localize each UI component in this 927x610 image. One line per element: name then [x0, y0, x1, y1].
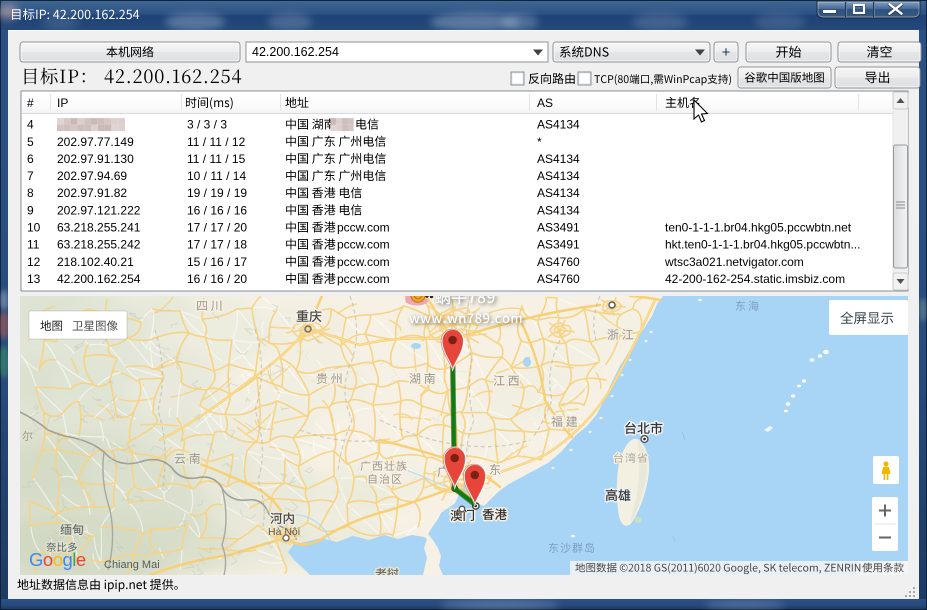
svg-text:16 / 16 / 16: 16 / 16 / 16 [187, 203, 247, 217]
svg-text:Chiang Mai: Chiang Mai [104, 559, 160, 571]
svg-text:63.218.255.242: 63.218.255.242 [57, 238, 141, 252]
svg-text:3 / 3 / 3: 3 / 3 / 3 [187, 118, 227, 132]
svg-text:9: 9 [27, 203, 34, 217]
svg-text:AS4134: AS4134 [537, 152, 580, 166]
svg-text:AS4134: AS4134 [537, 118, 580, 132]
svg-text:17 / 17 / 20: 17 / 17 / 20 [187, 221, 247, 235]
svg-text:hkt.ten0-1-1-1.br04.hkg05.pccw: hkt.ten0-1-1-1.br04.hkg05.pccwbtn... [665, 238, 860, 252]
svg-text:7: 7 [27, 169, 34, 183]
svg-text:AS: AS [537, 96, 553, 110]
svg-text:17 / 17 / 18: 17 / 17 / 18 [187, 238, 247, 252]
svg-text:AS4760: AS4760 [537, 272, 580, 286]
svg-text:202.97.121.222: 202.97.121.222 [57, 203, 141, 217]
svg-text:*: * [537, 135, 542, 149]
svg-text:5: 5 [27, 135, 34, 149]
svg-text:8: 8 [27, 186, 34, 200]
svg-text:202.97.91.82: 202.97.91.82 [57, 186, 127, 200]
svg-text:16 / 16 / 20: 16 / 16 / 20 [187, 272, 247, 286]
svg-text:11 / 11 / 15: 11 / 11 / 15 [187, 152, 246, 166]
svg-text:+: + [722, 44, 731, 61]
svg-text:IP: IP [57, 96, 68, 110]
svg-text:AS3491: AS3491 [537, 238, 580, 252]
svg-text:pccw.com: pccw.com [337, 238, 390, 252]
svg-text:218.102.40.21: 218.102.40.21 [57, 255, 134, 269]
svg-text:11: 11 [27, 238, 40, 252]
svg-text:202.97.77.149: 202.97.77.149 [57, 135, 134, 149]
svg-text:42.200.162.254: 42.200.162.254 [57, 272, 141, 286]
svg-text:42.200.162.254: 42.200.162.254 [252, 45, 339, 59]
svg-text:pccw.com: pccw.com [337, 272, 390, 286]
svg-text:#: # [27, 96, 34, 110]
svg-text:4: 4 [27, 118, 34, 132]
svg-text:wtsc3a021.netvigator.com: wtsc3a021.netvigator.com [664, 255, 804, 269]
svg-text:pccw.com: pccw.com [337, 255, 390, 269]
svg-text:10 / 11 / 14: 10 / 11 / 14 [187, 169, 246, 183]
svg-text:10: 10 [27, 221, 41, 235]
svg-text:pccw.com: pccw.com [337, 221, 390, 235]
svg-text:13: 13 [27, 272, 41, 286]
svg-text:AS4134: AS4134 [537, 186, 580, 200]
svg-text:AS4134: AS4134 [537, 169, 580, 183]
svg-text:AS4134: AS4134 [537, 203, 580, 217]
svg-text:11 / 11 / 12: 11 / 11 / 12 [187, 135, 246, 149]
svg-text:Google: Google [29, 549, 86, 570]
svg-text:63.218.255.241: 63.218.255.241 [57, 221, 141, 235]
svg-text:AS3491: AS3491 [537, 221, 580, 235]
svg-text:202.97.94.69: 202.97.94.69 [57, 169, 127, 183]
svg-text:202.97.91.130: 202.97.91.130 [57, 152, 134, 166]
svg-text:42-200-162-254.static.imsbiz.c: 42-200-162-254.static.imsbiz.com [665, 272, 845, 286]
svg-text:6: 6 [27, 152, 34, 166]
svg-text:12: 12 [27, 255, 41, 269]
svg-text:15 / 16 / 17: 15 / 16 / 17 [187, 255, 247, 269]
svg-text:AS4760: AS4760 [537, 255, 580, 269]
svg-text:ten0-1-1-1.br04.hkg05.pccwbtn.: ten0-1-1-1.br04.hkg05.pccwbtn.net [665, 221, 852, 235]
svg-text:19 / 19 / 19: 19 / 19 / 19 [187, 186, 247, 200]
